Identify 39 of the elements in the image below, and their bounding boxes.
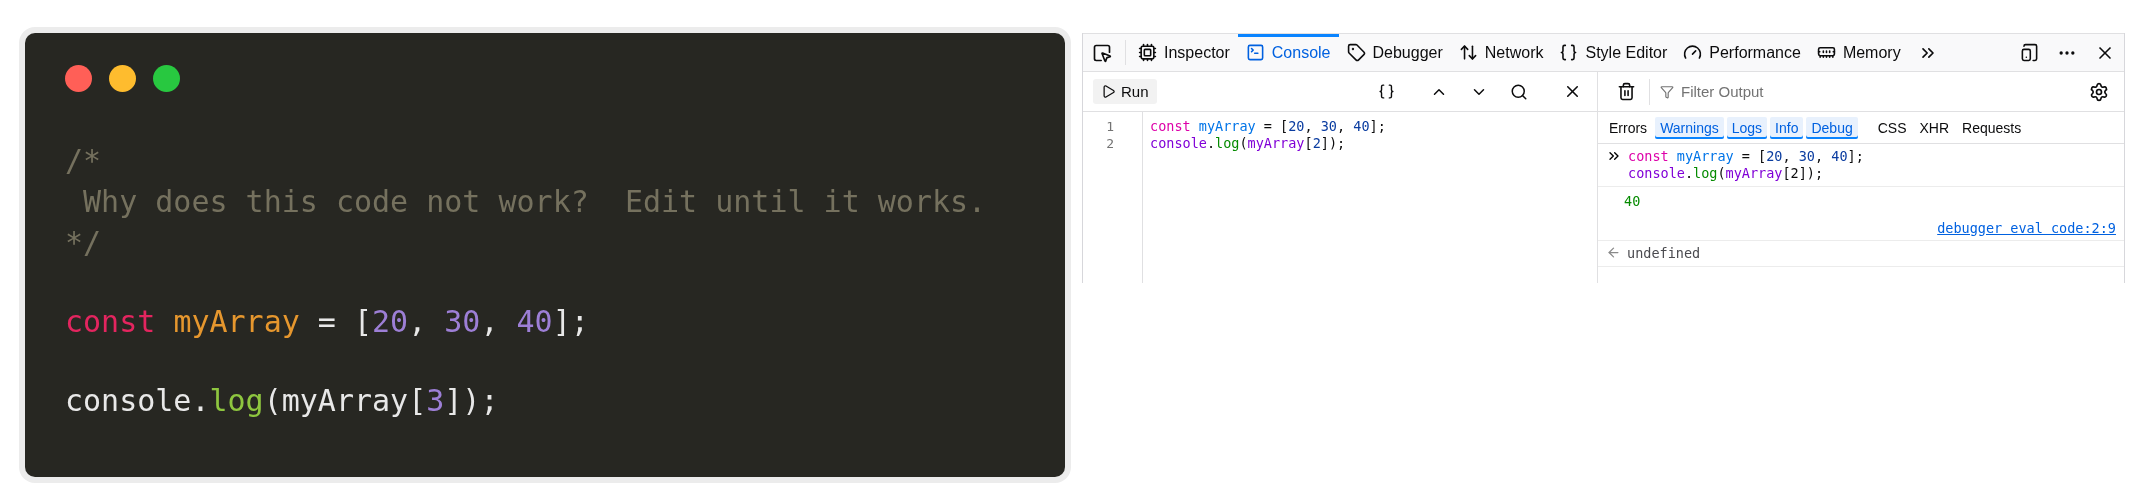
code-line: const myArray = [20, 30, 40]; (65, 303, 590, 341)
log-output: 40 (1623, 192, 1642, 210)
braces-icon (1559, 43, 1579, 62)
run-button[interactable]: Run (1093, 79, 1157, 104)
code-line: */ (65, 224, 103, 262)
source-link[interactable]: debugger eval code:2:9 (1937, 220, 2116, 236)
arrows-up-down-icon (1458, 43, 1478, 62)
devtools-tab[interactable]: Performance (1675, 34, 1809, 71)
code-line: /* (65, 142, 103, 180)
filter-toggle[interactable]: CSS (1872, 116, 1912, 139)
code-line: const myArray = [20, 30, 40]; (1628, 148, 1865, 165)
code-line: console.log(myArray[2]); (1628, 165, 1825, 182)
filter-input[interactable]: Filter Output (1679, 82, 2063, 101)
tag-icon (1346, 43, 1366, 62)
code-line: Why does this code not work? Edit until it works. (82, 183, 988, 221)
line-number: 1 (1106, 118, 1114, 135)
code-line: const myArray = [20, 30, 40]; (1150, 118, 1386, 135)
gauge-icon (1683, 43, 1703, 62)
filter-toggle[interactable]: Errors (1604, 116, 1653, 139)
line-number: 2 (1106, 135, 1114, 152)
code-line: console.log(myArray[2]); (1150, 135, 1347, 152)
filter-toggle[interactable]: Info (1770, 116, 1804, 139)
devtools-tab[interactable]: Debugger (1338, 34, 1451, 71)
code-line: console.log(myArray[3]); (65, 382, 500, 420)
devtools-tab[interactable]: Console (1237, 34, 1339, 71)
filter-toggle[interactable]: XHR (1914, 116, 1955, 139)
funnel-icon (1660, 84, 1674, 99)
devtools-tab[interactable]: Style Editor (1551, 34, 1676, 71)
filter-toggle[interactable]: Logs (1726, 116, 1768, 139)
play-icon (1101, 84, 1116, 99)
chip-icon (1138, 43, 1157, 62)
filter-toggle[interactable]: Debug (1806, 116, 1858, 139)
terminal-icon (1245, 43, 1265, 62)
devtools-tab[interactable]: Network (1450, 34, 1552, 71)
result-value: undefined (1627, 245, 1701, 262)
devtools-tab[interactable]: Inspector (1130, 34, 1238, 71)
filter-toggle[interactable]: Warnings (1655, 116, 1724, 139)
devtools-tab[interactable]: Memory (1808, 34, 1909, 71)
filter-toggle[interactable]: Requests (1957, 116, 2027, 139)
